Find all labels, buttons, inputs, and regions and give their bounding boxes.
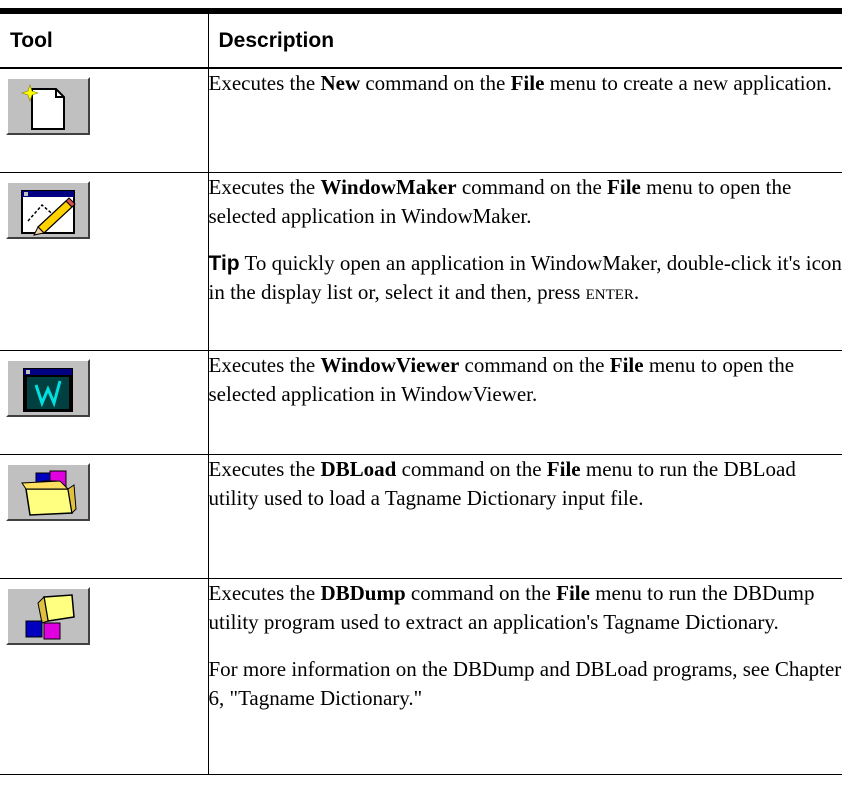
description-text: Executes the WindowViewer command on the… [208,352,795,406]
new-document-icon [6,77,90,135]
windowviewer-icon [6,358,90,417]
description-column-header: Description [207,10,842,69]
description-text: Executes the DBLoad command on the File … [208,456,796,510]
windowmaker-pencil-icon [6,180,90,239]
table-row-dbdump: Executes the DBDump command on the File … [0,577,842,775]
description-text: Executes the New command on the File men… [208,71,832,95]
dbload-box-icon [6,462,90,521]
table-header-row: Tool Description [0,10,842,69]
more-info-text: For more information on the DBDump and D… [208,656,842,710]
dbdump-box-icon [6,586,90,645]
table-row-windowmaker: Executes the WindowMaker command on the … [0,171,842,351]
description-text: Executes the DBDump command on the File … [208,580,815,634]
table-row-new: Executes the New command on the File men… [0,67,842,173]
tool-cell [0,577,209,775]
description-cell: Executes the DBDump command on the File … [207,577,842,775]
tip-text: Tip To quickly open an application in Wi… [208,250,842,304]
description-cell: Executes the New command on the File men… [207,67,842,173]
tool-cell [0,349,209,455]
tool-cell [0,171,209,351]
tool-cell [0,453,209,579]
table-row-windowviewer: Executes the WindowViewer command on the… [0,349,842,455]
description-cell: Executes the DBLoad command on the File … [207,453,842,579]
description-cell: Executes the WindowMaker command on the … [207,171,842,351]
toolbar-reference-table: Tool Description Executes the New comman… [0,8,842,775]
tool-column-header: Tool [0,10,209,69]
table-row-dbload: Executes the DBLoad command on the File … [0,453,842,579]
tool-cell [0,67,209,173]
description-cell: Executes the WindowViewer command on the… [207,349,842,455]
description-text: Executes the WindowMaker command on the … [208,174,792,228]
